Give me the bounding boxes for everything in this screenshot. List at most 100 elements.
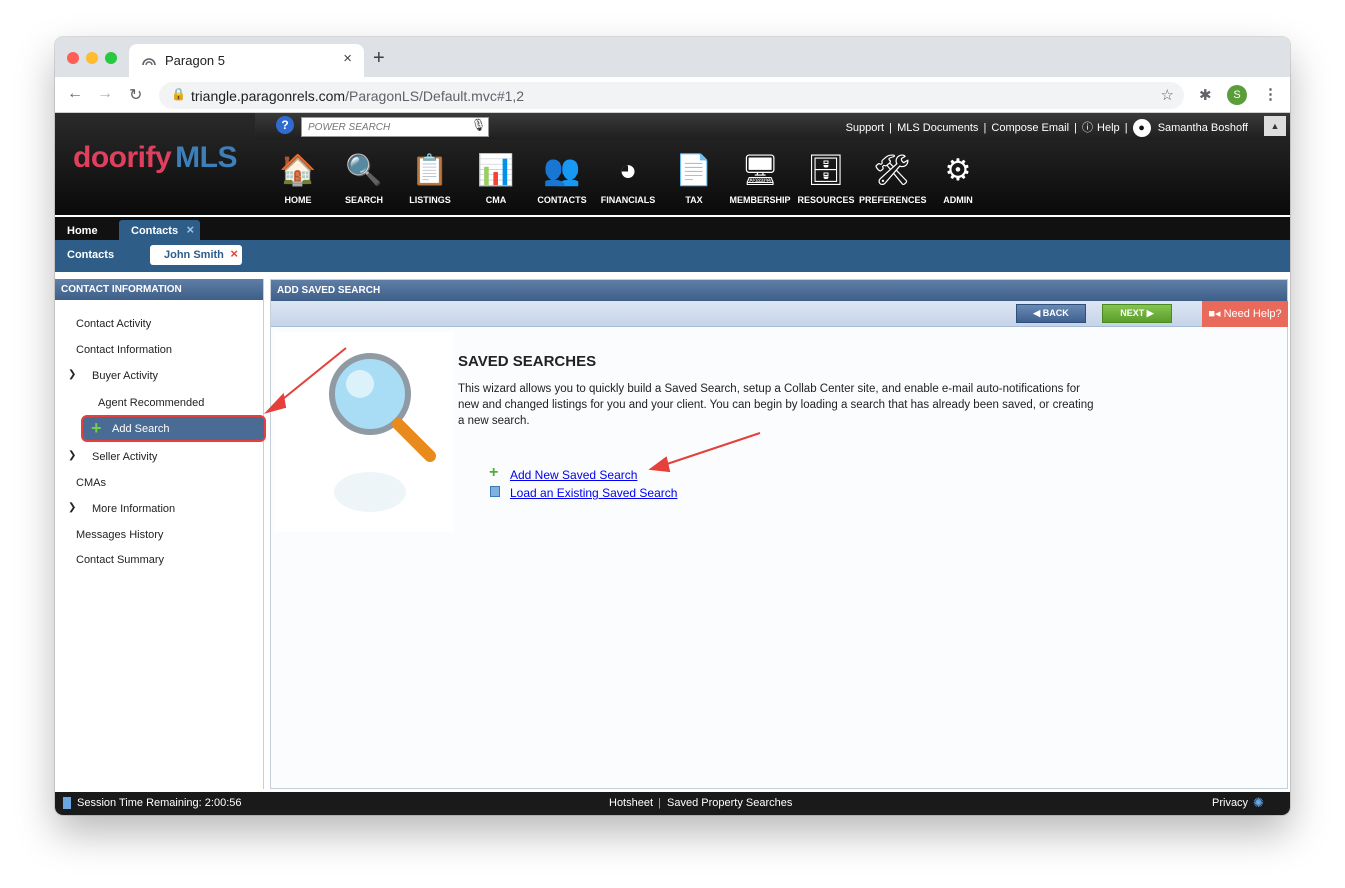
nav-membership-label: MEMBERSHIP [729,195,791,205]
tab-contacts[interactable]: Contacts × [119,220,201,241]
privacy-link[interactable]: Privacy [1212,797,1248,809]
nav-preferences[interactable]: 🛠 PREFERENCES [859,151,927,205]
nav-home[interactable]: 🏠 HOME [265,151,331,205]
contact-summary-link[interactable]: Contact Summary [76,554,164,566]
power-search-input[interactable] [301,117,489,137]
profile-avatar[interactable]: S [1227,85,1247,105]
pie-chart-icon: ◕ [618,154,638,187]
user-name[interactable]: Samantha Boshoff [1158,122,1248,134]
magnifier-illustration-icon [274,332,454,532]
nav-membership[interactable]: 🖥 MEMBERSHIP [727,151,793,205]
nav-admin-label: ADMIN [943,195,973,205]
doorify-logo: doorify MLS [73,141,237,175]
nav-contacts[interactable]: 👥 CONTACTS [529,151,595,205]
agent-recommended-link[interactable]: Agent Recommended [98,397,204,409]
mls-documents-link[interactable]: MLS Documents [897,122,978,134]
nav-search[interactable]: 🔍 SEARCH [331,151,397,205]
contact-activity-link[interactable]: Contact Activity [76,318,151,330]
saved-property-searches-link[interactable]: Saved Property Searches [667,797,792,809]
contact-information-link[interactable]: Contact Information [76,344,172,356]
load-existing-saved-search-link[interactable]: Load an Existing Saved Search [510,486,677,500]
left-panel-title: CONTACT INFORMATION [55,279,263,300]
zoom-window-button[interactable] [105,52,117,64]
tab-contacts-label: Contacts [131,225,179,237]
membership-icon: 🖥 [740,154,780,187]
close-window-button[interactable] [67,52,79,64]
extensions-icon[interactable]: ✱ [1199,86,1212,104]
subtab-john-smith[interactable]: John Smith × [150,245,242,265]
browser-tab[interactable]: Paragon 5 × [129,44,364,77]
browser-menu-icon[interactable]: ⋮ [1263,85,1278,103]
tab-contacts-close-icon[interactable]: × [186,222,194,237]
action-bar: ◀ BACK NEXT ▶ ■◂ Need Help? [271,301,1288,327]
nav-contacts-label: CONTACTS [537,195,587,205]
hotsheet-link[interactable]: Hotsheet [609,797,653,809]
add-search-label: Add Search [112,423,170,435]
app-header: ? 🎙 Support | MLS Documents | Compose Em… [55,113,1290,215]
back-arrow-icon[interactable]: ← [67,85,83,103]
address-bar: ← → ↻ 🔒 triangle.paragonrels.com/Paragon… [55,77,1290,113]
nav-listings[interactable]: 📋 LISTINGS [397,151,463,205]
contact-information-panel: CONTACT INFORMATION Contact Activity Con… [55,279,266,789]
buyer-activity-link[interactable]: Buyer Activity [92,370,158,382]
session-time-remaining: Session Time Remaining: 2:00:56 [77,797,242,809]
chevron-right-icon[interactable]: ❯ [68,450,76,461]
nav-resources[interactable]: 🗄 RESOURCES [793,151,859,205]
url-host: triangle.paragonrels.com [191,88,346,104]
chevron-down-icon[interactable]: ❯ [68,369,76,380]
load-search-document-icon [490,486,500,497]
saved-searches-heading: SAVED SEARCHES [458,353,597,370]
nav-admin[interactable]: ⚙ ADMIN [925,151,991,205]
chevron-right-icon[interactable]: ❯ [68,502,76,513]
microphone-icon[interactable]: 🎙 [471,118,486,132]
nav-preferences-label: PREFERENCES [859,195,927,205]
back-button-label: BACK [1042,308,1069,318]
app-tabs: Home Contacts × [55,217,1290,241]
user-avatar-icon[interactable]: ● [1132,119,1151,138]
top-links: Support | MLS Documents | Compose Email … [844,119,1250,138]
more-information-link[interactable]: More Information [92,503,175,515]
add-new-saved-search-link[interactable]: Add New Saved Search [510,468,637,482]
add-search-item[interactable]: + Add Search [81,415,266,442]
gear-icon[interactable]: ✺ [1253,795,1264,811]
tab-strip: Paragon 5 × + [55,37,1290,77]
need-help-label: Need Help? [1223,308,1282,320]
logo-mls: MLS [175,141,237,174]
next-button[interactable]: NEXT ▶ [1102,304,1172,323]
wizard-description: This wizard allows you to quickly build … [458,383,1094,427]
url-text: triangle.paragonrels.com/ParagonLS/Defau… [191,88,524,104]
forward-arrow-icon[interactable]: → [97,85,113,103]
nav-tax[interactable]: 📄 TAX [661,151,727,205]
support-link[interactable]: Support [846,122,885,134]
star-icon[interactable]: ☆ [1161,86,1174,104]
url-field[interactable]: 🔒 triangle.paragonrels.com/ParagonLS/Def… [159,82,1184,109]
help-link[interactable]: Help [1097,122,1120,134]
messages-history-link[interactable]: Messages History [76,529,163,541]
cmas-link[interactable]: CMAs [76,477,106,489]
need-help-button[interactable]: ■◂ Need Help? [1202,301,1288,327]
help-circle-icon[interactable]: ⓘ [1082,122,1093,134]
main-panel-title: ADD SAVED SEARCH [271,280,1287,301]
back-button[interactable]: ◀ BACK [1016,304,1086,323]
minimize-window-button[interactable] [86,52,98,64]
subtab-close-icon[interactable]: × [230,246,238,261]
nav-financials[interactable]: ◕ FINANCIALS [595,151,661,205]
nav-search-label: SEARCH [344,195,383,205]
subtab-contacts[interactable]: Contacts [67,249,114,261]
listings-icon: 📋 [411,154,449,187]
new-tab-button[interactable]: + [373,47,385,70]
seller-activity-link[interactable]: Seller Activity [92,451,157,463]
tools-icon: 🛠 [872,154,912,187]
compose-email-link[interactable]: Compose Email [991,122,1069,134]
add-green-plus-icon: + [489,464,499,481]
power-search-help-icon[interactable]: ? [276,116,294,134]
main-nav: 🏠 HOME 🔍 SEARCH 📋 LISTINGS 📊 CMA 👥 CONTACTS ◕… [265,151,991,205]
subtab-john-smith-label: John Smith [164,249,224,261]
resources-icon: 🗄 [806,154,846,187]
tab-close-icon[interactable]: × [343,50,352,67]
collapse-header-icon[interactable]: ▲ [1264,116,1286,136]
add-saved-search-panel: ADD SAVED SEARCH ◀ BACK NEXT ▶ ■◂ Need H… [270,279,1288,789]
nav-cma[interactable]: 📊 CMA [463,151,529,205]
tab-home[interactable]: Home [55,220,110,241]
reload-icon[interactable]: ↻ [129,85,142,105]
